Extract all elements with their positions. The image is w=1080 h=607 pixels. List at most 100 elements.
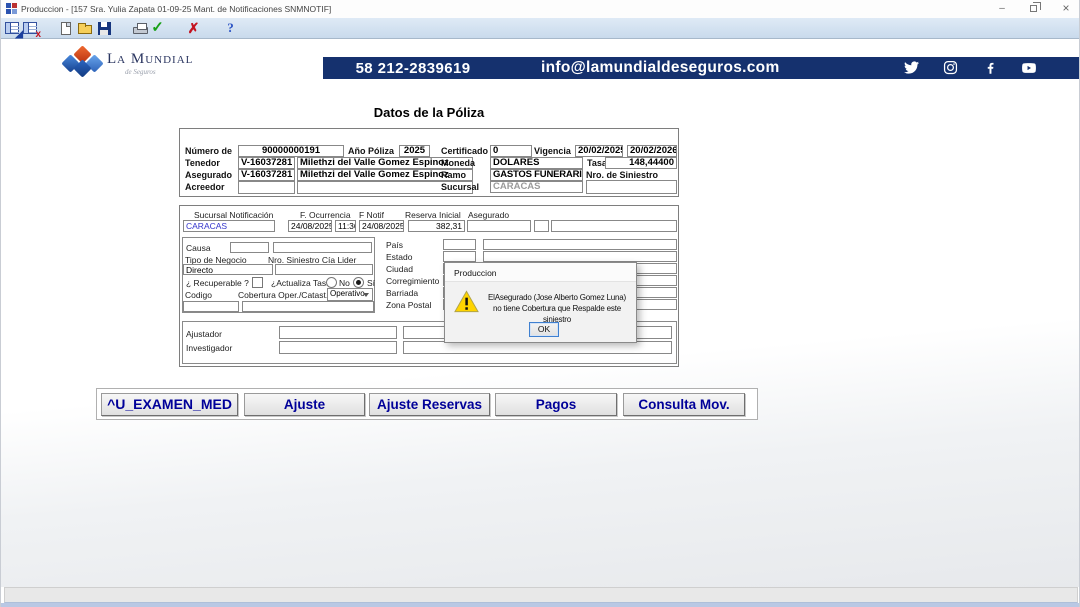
numero-label: Número de [185, 147, 232, 156]
window-title: Produccion - [157 Sra. Yulia Zapata 01-0… [21, 4, 331, 14]
actualiza-si-radio[interactable] [353, 277, 364, 288]
examen-med-button[interactable]: ^U_EXAMEN_MED [101, 393, 238, 416]
record-delete-icon[interactable]: x [22, 20, 39, 37]
cobertura-dropdown[interactable]: Operativo [327, 288, 373, 301]
reserva-field[interactable]: 382,31 [408, 220, 465, 232]
notif-asegurado-id-field[interactable] [467, 220, 531, 232]
actualiza-tasa-label: ¿Actualiza Tasa [271, 279, 331, 288]
tasa-label: Tasa [587, 159, 607, 168]
vigencia-label: Vigencia [534, 147, 571, 156]
company-logo-tagline: de Seguros [125, 68, 156, 76]
open-folder-icon[interactable] [77, 20, 94, 37]
record-new-icon[interactable]: ◢ [4, 20, 21, 37]
status-bar [4, 587, 1078, 603]
company-logo-mark [63, 47, 105, 83]
print-icon[interactable] [132, 20, 149, 37]
cancel-icon[interactable]: ✗ [185, 20, 202, 37]
phone-number: 58 212-2839619 [333, 60, 493, 77]
investigador-id-field[interactable] [279, 341, 397, 354]
moneda-label: Moneda [441, 159, 475, 168]
f-notif-label: F Notif [359, 211, 384, 220]
pais-codigo-field[interactable] [443, 239, 476, 250]
investigador-label: Investigador [186, 344, 232, 353]
f-ocurrencia-field[interactable]: 24/08/2025 [288, 220, 332, 232]
minimize-button[interactable]: – [989, 0, 1015, 18]
save-icon[interactable] [96, 20, 113, 37]
nro-siniestro-label: Nro. de Siniestro [586, 171, 658, 180]
toolbar: ◢ x ✓ ✗ ? [1, 18, 1080, 39]
asegurado-id-field[interactable]: V-16037281 [238, 169, 295, 181]
twitter-icon[interactable] [904, 60, 920, 76]
dialog-ok-button[interactable]: OK [529, 322, 559, 337]
estado-field[interactable] [483, 251, 677, 262]
cobertura-field[interactable] [242, 301, 374, 312]
ajustador-id-field[interactable] [279, 326, 397, 339]
ajuste-reservas-button[interactable]: Ajuste Reservas [369, 393, 490, 416]
acreedor-id-field[interactable] [238, 181, 295, 194]
company-logo-name: La Mundial [107, 51, 193, 68]
ajustador-label: Ajustador [186, 330, 222, 339]
vigencia-hasta-field[interactable]: 20/02/2026 [627, 145, 677, 157]
close-button[interactable]: × [1053, 0, 1079, 18]
notif-asegurado-nombre-field[interactable] [551, 220, 677, 232]
causa-desc-field[interactable] [273, 242, 372, 253]
consulta-mov-button[interactable]: Consulta Mov. [623, 393, 745, 416]
facebook-icon[interactable] [983, 60, 999, 76]
cobertura-label: Cobertura Oper./Catast. [238, 291, 328, 300]
app-icon [6, 3, 18, 15]
certificado-label: Certificado [441, 147, 488, 156]
corregimiento-label: Corregimiento [386, 277, 439, 286]
moneda-field[interactable]: DOLARES [490, 157, 583, 169]
hora-field[interactable]: 11:36 [335, 220, 356, 232]
actualiza-si-label: Sí [367, 279, 375, 288]
tenedor-label: Tenedor [185, 159, 220, 168]
certificado-field[interactable]: 0 [490, 145, 532, 157]
f-notif-field[interactable]: 24/08/2025 [359, 220, 404, 232]
tipo-negocio-field[interactable]: Directo [183, 264, 273, 275]
help-icon[interactable]: ? [222, 20, 239, 37]
asegurado-label: Asegurado [185, 171, 232, 180]
numero-poliza-field[interactable]: 90000000191 [238, 145, 344, 157]
recuperable-checkbox[interactable] [252, 277, 263, 288]
ramo-field[interactable]: GASTOS FUNERARIO [490, 169, 583, 181]
restore-button[interactable] [1021, 0, 1047, 18]
estado-label: Estado [386, 253, 412, 262]
actualiza-no-label: No [339, 279, 350, 288]
warning-dialog: Produccion ElAsegurado (Jose Alberto Gom… [444, 262, 637, 343]
nro-siniestro-field[interactable] [586, 180, 677, 194]
causa-codigo-field[interactable] [230, 242, 269, 253]
sucursal-notif-field[interactable]: CARACAS [183, 220, 275, 232]
estado-codigo-field[interactable] [443, 251, 476, 262]
pagos-button[interactable]: Pagos [495, 393, 617, 416]
ramo-label: Ramo [441, 171, 466, 180]
dialog-message-line1: ElAsegurado (Jose Alberto Gomez Luna) [481, 292, 633, 303]
pais-field[interactable] [483, 239, 677, 250]
new-document-icon[interactable] [58, 20, 75, 37]
confirm-icon[interactable]: ✓ [149, 20, 166, 37]
youtube-icon[interactable] [1021, 60, 1037, 76]
codigo-label: Codigo [185, 291, 212, 300]
dialog-title-bar: Produccion [445, 263, 636, 282]
causa-label: Causa [186, 244, 211, 253]
page-title: Datos de la Póliza [179, 105, 679, 120]
restore-icon [1030, 5, 1037, 12]
vigencia-desde-field[interactable]: 20/02/2025 [575, 145, 623, 157]
sucursal-field: CARACAS [490, 181, 583, 193]
codigo-field[interactable] [183, 301, 239, 312]
window-bottom-edge [1, 603, 1080, 607]
f-ocurrencia-label: F. Ocurrencia [300, 211, 351, 220]
zona-postal-label: Zona Postal [386, 301, 431, 310]
notif-asegurado-tipo-field[interactable] [534, 220, 549, 232]
ano-poliza-label: Año Póliza [348, 147, 394, 156]
acreedor-label: Acreedor [185, 183, 225, 192]
ano-poliza-field[interactable]: 2025 [399, 145, 430, 157]
tasa-field[interactable]: 148,44400 [605, 157, 677, 169]
nro-cia-field[interactable] [275, 264, 373, 275]
sucursal-notif-label: Sucursal Notificación [194, 211, 273, 220]
tenedor-id-field[interactable]: V-16037281 [238, 157, 295, 169]
email-address[interactable]: info@lamundialdeseguros.com [541, 59, 780, 77]
instagram-icon[interactable] [943, 60, 959, 76]
actualiza-no-radio[interactable] [326, 277, 337, 288]
ajuste-button[interactable]: Ajuste [244, 393, 365, 416]
reserva-label: Reserva Inicial [405, 211, 461, 220]
